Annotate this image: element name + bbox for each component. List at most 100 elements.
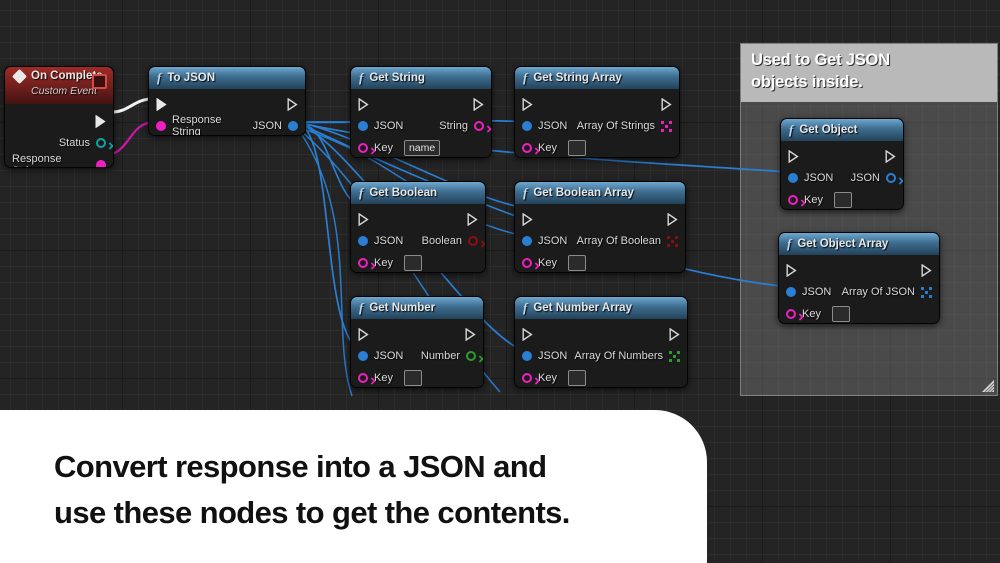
pin-row-status[interactable]: Status — [5, 132, 113, 154]
exec-in-pin[interactable] — [522, 97, 533, 111]
pin-row-key[interactable]: Key — [781, 189, 903, 209]
key-input[interactable] — [567, 140, 586, 156]
pin-row-json[interactable]: JSON Boolean — [351, 230, 485, 252]
pin-row-exec[interactable] — [781, 145, 903, 167]
number-out-pin[interactable] — [466, 351, 476, 361]
exec-in-pin[interactable] — [358, 327, 369, 341]
exec-out-pin[interactable] — [885, 149, 896, 163]
pin-row-json[interactable]: JSON Array Of Numbers — [515, 345, 687, 367]
key-input[interactable] — [567, 255, 586, 271]
key-in-pin[interactable] — [522, 258, 532, 268]
node-get-string-array[interactable]: f Get String Array JSON Array Of Strings — [514, 66, 680, 158]
pin-row-json[interactable]: JSON Array Of JSON — [779, 281, 939, 303]
node-header: f Get String Array — [515, 67, 679, 89]
pin-row-json[interactable]: JSON JSON — [781, 167, 903, 189]
exec-out-pin[interactable] — [95, 114, 106, 128]
array-of-strings-out-pin[interactable] — [661, 120, 672, 132]
key-input[interactable] — [403, 370, 422, 386]
pin-row-key[interactable]: Key — [515, 252, 685, 272]
node-get-object-array[interactable]: f Get Object Array JSON Array Of JSON Ke… — [778, 232, 940, 324]
node-get-object[interactable]: f Get Object JSON JSON Key — [780, 118, 904, 210]
exec-out-pin[interactable] — [467, 212, 478, 226]
key-input[interactable] — [833, 192, 852, 208]
json-in-pin[interactable] — [358, 351, 368, 361]
json-out-pin[interactable] — [886, 173, 896, 183]
exec-out-pin[interactable] — [921, 263, 932, 277]
pin-row-exec[interactable] — [779, 259, 939, 281]
node-to-json[interactable]: f To JSON Response String JSON — [148, 66, 306, 136]
exec-in-pin[interactable] — [522, 327, 533, 341]
comment-box[interactable]: Used to Get JSON objects inside. — [740, 43, 998, 396]
key-in-pin[interactable] — [786, 309, 796, 319]
key-in-pin[interactable] — [358, 373, 368, 383]
pin-row-exec[interactable] — [515, 208, 685, 230]
json-out-pin[interactable] — [288, 121, 298, 131]
response-string-in-pin[interactable] — [156, 121, 166, 131]
pin-row-key[interactable]: Key name — [351, 137, 491, 157]
pin-row-key[interactable]: Key — [351, 252, 485, 272]
exec-in-pin[interactable] — [786, 263, 797, 277]
pin-row-exec[interactable] — [515, 323, 687, 345]
json-in-pin[interactable] — [786, 287, 796, 297]
pin-row-key[interactable]: Key — [515, 367, 687, 387]
key-input[interactable] — [403, 255, 422, 271]
pin-row-exec[interactable] — [351, 323, 483, 345]
json-in-pin[interactable] — [522, 236, 532, 246]
json-in-pin[interactable] — [522, 121, 532, 131]
node-header: f Get Number Array — [515, 297, 687, 319]
node-get-boolean[interactable]: f Get Boolean JSON Boolean Key — [350, 181, 486, 273]
key-in-pin[interactable] — [358, 258, 368, 268]
exec-out-pin[interactable] — [669, 327, 680, 341]
node-get-number-array[interactable]: f Get Number Array JSON Array Of Numbers — [514, 296, 688, 388]
pin-row-exec[interactable] — [351, 93, 491, 115]
key-in-pin[interactable] — [358, 143, 368, 153]
exec-out-pin[interactable] — [287, 97, 298, 111]
pin-label-number: Number — [420, 350, 460, 362]
node-on-complete[interactable]: On Complete Custom Event Status Response — [4, 66, 114, 168]
json-in-pin[interactable] — [522, 351, 532, 361]
pin-row-json[interactable]: JSON Array Of Boolean — [515, 230, 685, 252]
node-get-number[interactable]: f Get Number JSON Number Key — [350, 296, 484, 388]
key-input[interactable] — [831, 306, 850, 322]
pin-row-json[interactable]: JSON String — [351, 115, 491, 137]
key-input[interactable] — [567, 370, 586, 386]
exec-in-pin[interactable] — [358, 97, 369, 111]
exec-out-pin[interactable] — [465, 327, 476, 341]
json-in-pin[interactable] — [788, 173, 798, 183]
pin-row-exec[interactable] — [149, 93, 305, 115]
exec-out-pin[interactable] — [667, 212, 678, 226]
exec-in-pin[interactable] — [156, 97, 167, 111]
pin-row-response-string[interactable]: Response String JSON — [149, 114, 305, 135]
comment-resize-grip[interactable] — [981, 379, 995, 393]
pin-row-json[interactable]: JSON Array Of Strings — [515, 115, 679, 137]
pin-row-exec[interactable] — [351, 208, 485, 230]
node-get-string[interactable]: f Get String JSON String Key name — [350, 66, 492, 158]
node-get-boolean-array[interactable]: f Get Boolean Array JSON Array Of Boolea… — [514, 181, 686, 273]
exec-in-pin[interactable] — [788, 149, 799, 163]
key-in-pin[interactable] — [522, 143, 532, 153]
exec-in-pin[interactable] — [358, 212, 369, 226]
status-out-pin[interactable] — [96, 138, 106, 148]
response-string-out-pin[interactable] — [96, 160, 106, 167]
array-of-json-out-pin[interactable] — [921, 286, 932, 298]
pin-row-response-string[interactable]: Response String — [5, 153, 113, 167]
key-in-pin[interactable] — [522, 373, 532, 383]
array-of-numbers-out-pin[interactable] — [669, 350, 680, 362]
string-out-pin[interactable] — [474, 121, 484, 131]
event-stop-icon[interactable] — [92, 74, 107, 89]
pin-row-exec-out[interactable] — [5, 110, 113, 132]
pin-row-exec[interactable] — [515, 93, 679, 115]
key-in-pin[interactable] — [788, 195, 798, 205]
pin-row-key[interactable]: Key — [515, 137, 679, 157]
pin-row-json[interactable]: JSON Number — [351, 345, 483, 367]
json-in-pin[interactable] — [358, 121, 368, 131]
exec-in-pin[interactable] — [522, 212, 533, 226]
key-input[interactable]: name — [403, 140, 441, 156]
json-in-pin[interactable] — [358, 236, 368, 246]
array-of-boolean-out-pin[interactable] — [667, 235, 678, 247]
exec-out-pin[interactable] — [473, 97, 484, 111]
pin-row-key[interactable]: Key — [351, 367, 483, 387]
pin-row-key[interactable]: Key — [779, 303, 939, 323]
exec-out-pin[interactable] — [661, 97, 672, 111]
boolean-out-pin[interactable] — [468, 236, 478, 246]
